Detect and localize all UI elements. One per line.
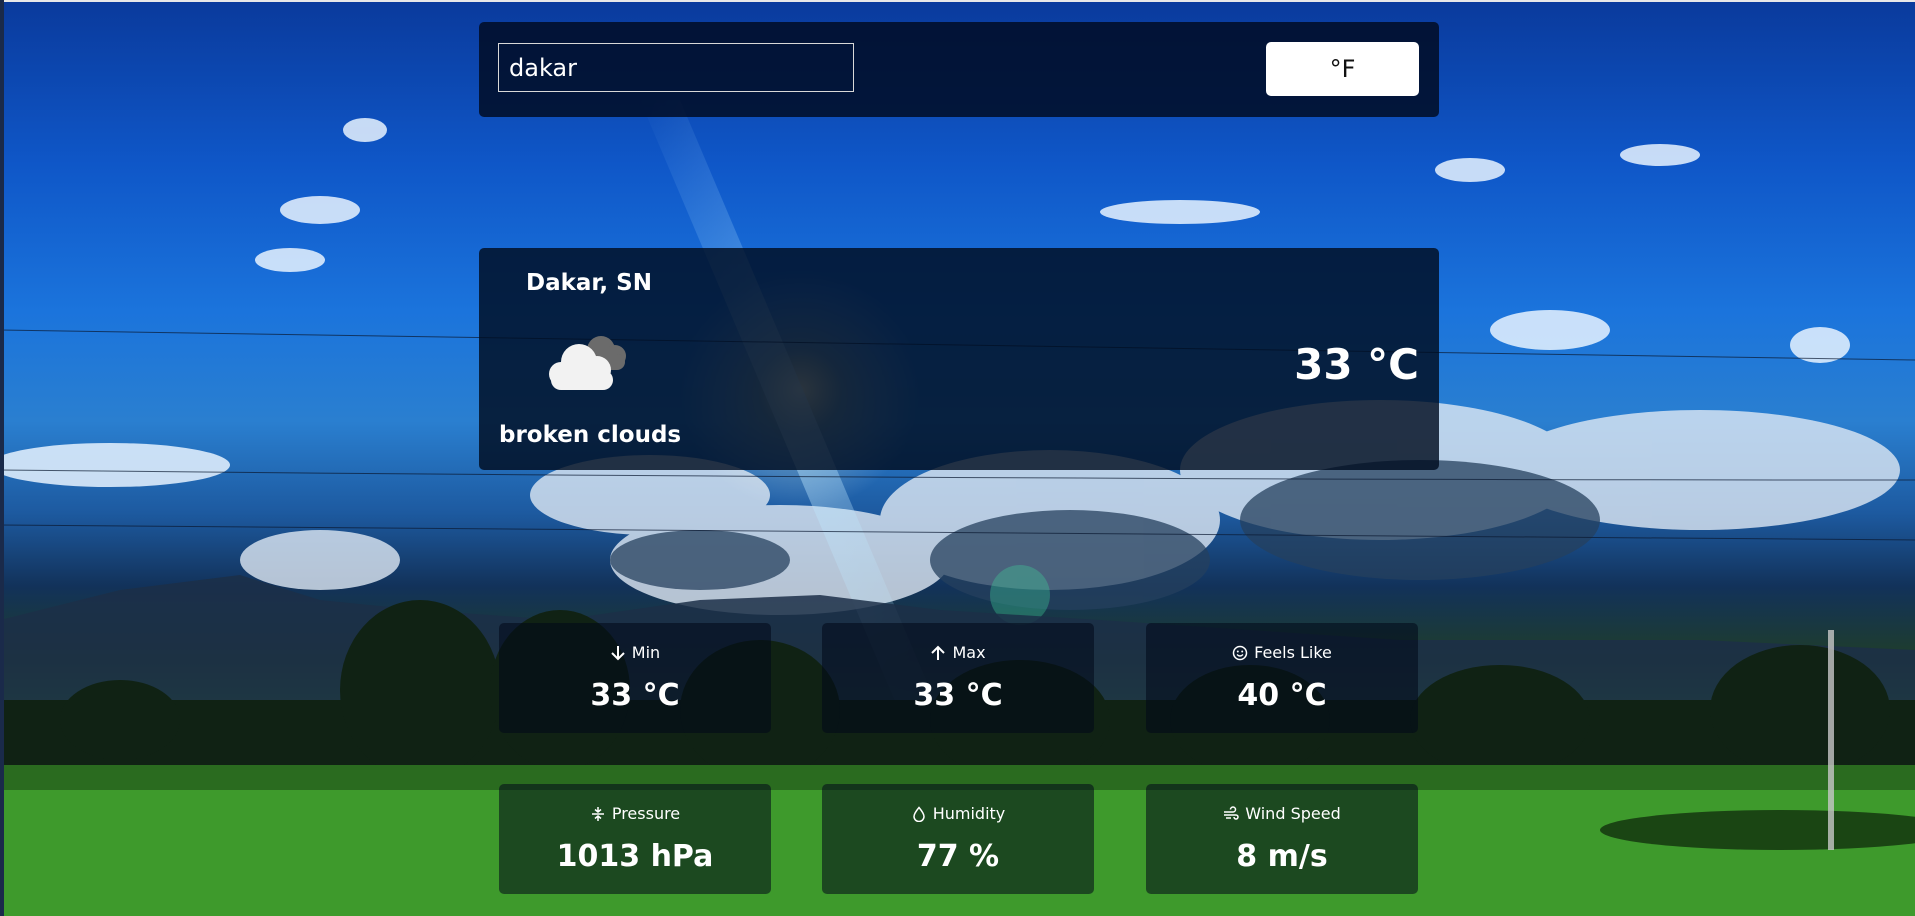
stat-label: Feels Like — [1254, 643, 1332, 662]
current-weather-card: Dakar, SN broken clouds 33 °C — [479, 248, 1439, 470]
stat-value: 40 °C — [1237, 678, 1327, 713]
stat-label: Wind Speed — [1245, 804, 1341, 823]
unit-toggle-button[interactable]: °F — [1266, 42, 1419, 96]
broken-clouds-icon — [549, 336, 626, 390]
arrow-up-icon — [931, 645, 946, 660]
stat-card-min: Min 33 °C — [499, 623, 771, 733]
city-name: Dakar, SN — [526, 270, 652, 296]
weather-description: broken clouds — [499, 422, 682, 448]
stat-label: Humidity — [932, 804, 1006, 823]
current-temperature: 33 °C — [1294, 340, 1419, 389]
wind-icon — [1224, 805, 1239, 820]
stat-label: Max — [952, 643, 986, 662]
stat-card-feels-like: Feels Like 40 °C — [1146, 623, 1418, 733]
stat-card-max: Max 33 °C — [822, 623, 1094, 733]
stat-card-wind-speed: Wind Speed 8 m/s — [1146, 784, 1418, 894]
stat-card-pressure: Pressure 1013 hPa — [499, 784, 771, 894]
window-left-border — [0, 0, 4, 916]
stat-card-humidity: Humidity 77 % — [822, 784, 1094, 894]
weather-app: °F Dakar, SN broken clouds 33 °C — [0, 0, 1915, 916]
smiley-icon — [1232, 645, 1248, 660]
stat-label: Pressure — [611, 804, 681, 823]
stat-value: 33 °C — [590, 678, 680, 713]
stat-value: 1013 hPa — [556, 839, 714, 874]
arrow-down-icon — [611, 645, 625, 660]
city-search-input[interactable] — [498, 43, 854, 92]
stat-value: 8 m/s — [1236, 839, 1328, 874]
pressure-icon — [591, 806, 604, 821]
droplet-icon — [912, 805, 925, 822]
window-top-border — [0, 0, 1915, 2]
search-panel: °F — [479, 22, 1439, 117]
stat-label: Min — [631, 643, 661, 662]
stat-value: 77 % — [916, 839, 1000, 874]
stat-value: 33 °C — [913, 678, 1003, 713]
